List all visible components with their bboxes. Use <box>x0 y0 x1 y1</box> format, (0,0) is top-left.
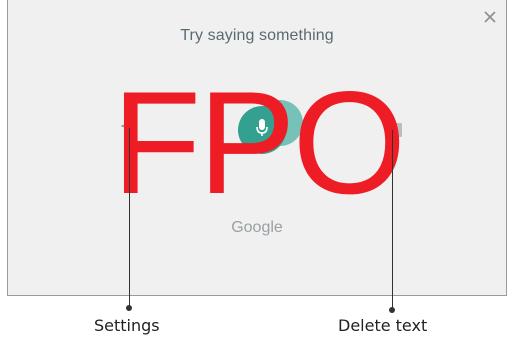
delete-text-callout: Delete text <box>338 316 428 335</box>
delete-leader-line <box>392 130 393 310</box>
settings-leader-dot <box>126 305 132 311</box>
settings-callout: Settings <box>94 316 160 335</box>
settings-leader-line <box>129 128 130 308</box>
delete-leader-dot <box>389 307 395 313</box>
prompt-text: Try saying something <box>180 27 334 44</box>
close-icon[interactable] <box>481 8 499 26</box>
fpo-overlay: FPO <box>112 61 406 224</box>
